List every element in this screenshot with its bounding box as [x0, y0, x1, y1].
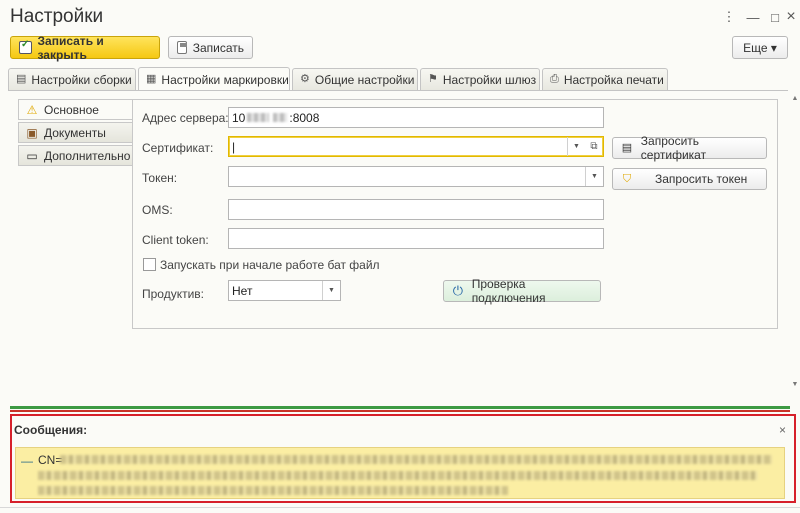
save-and-close-label: Записать и закрыть: [37, 33, 104, 62]
tab-label: Настройки шлюз: [442, 72, 537, 87]
comment-icon: ▭: [26, 148, 38, 163]
productive-value: Нет: [232, 283, 253, 298]
message-bullet: —: [21, 454, 33, 468]
side-item-additional[interactable]: ▭ Дополнительно: [18, 145, 133, 166]
certificate-input[interactable]: | ▼ ⧉: [228, 136, 604, 157]
message-text: CN=: [38, 453, 63, 467]
request-certificate-button[interactable]: ▤ Запросить сертификат: [612, 134, 767, 162]
splitter-red: [10, 410, 790, 412]
token-shield-icon: ⛉: [622, 173, 632, 185]
tab-print-settings[interactable]: ⎙ Настройка печати: [542, 68, 668, 90]
run-bat-label[interactable]: Запускать при начале работе бат файл: [160, 258, 380, 272]
chevron-down-icon[interactable]: ▼: [585, 167, 603, 186]
certificate-label: Сертификат:: [142, 141, 214, 155]
command-bar: Записать и закрыть Записать Еще ▾: [0, 33, 800, 62]
warning-icon: ⚠: [26, 102, 38, 117]
save-button[interactable]: Записать: [168, 36, 253, 59]
certificate-icon: ▤: [621, 142, 633, 154]
close-icon[interactable]: ×: [779, 423, 786, 437]
token-label: Токен:: [142, 171, 178, 185]
check-connection-label: Проверка подключения: [471, 277, 546, 305]
tab-general-settings[interactable]: ⚙ Общие настройки: [292, 68, 418, 90]
server-address-prefix: 10: [232, 110, 246, 125]
productive-label: Продуктив:: [142, 287, 205, 301]
printer-icon: ⎙: [550, 73, 559, 85]
chevron-down-icon[interactable]: ▼: [567, 137, 585, 156]
tab-label: Настройки сборки: [31, 72, 132, 87]
check-connection-button[interactable]: ⏻ Проверка подключения: [443, 277, 601, 305]
client-token-input[interactable]: [228, 228, 604, 249]
redacted-text: [38, 486, 508, 495]
tab-label: Настройка печати: [563, 72, 664, 87]
side-item-main[interactable]: ⚠ Основное: [18, 99, 134, 120]
gear-icon: ⚙: [300, 73, 310, 85]
run-bat-checkbox[interactable]: [143, 258, 156, 271]
messages-panel: Сообщения: × — CN=: [10, 414, 796, 503]
scroll-up-icon[interactable]: ▲: [790, 94, 800, 104]
open-window-icon[interactable]: ⧉: [585, 137, 603, 156]
tab-gateway-settings[interactable]: ⚑ Настройки шлюз: [420, 68, 540, 90]
client-token-label: Client token:: [142, 233, 209, 247]
tab-marking-settings[interactable]: ▦ Настройки маркировки: [138, 67, 290, 91]
tab-build-settings[interactable]: ▤ Настройки сборки: [8, 68, 136, 90]
chevron-down-icon[interactable]: ▼: [322, 281, 340, 300]
server-address-port: :8008: [289, 110, 320, 125]
oms-input[interactable]: [228, 199, 604, 220]
side-item-label: Документы: [44, 125, 106, 140]
close-icon[interactable]: ×: [782, 8, 800, 26]
window-title: Настройки: [10, 6, 104, 27]
splitter-green: [10, 406, 790, 409]
redacted-text: [38, 471, 758, 480]
briefcase-icon: ▣: [26, 125, 38, 140]
title-bar: Настройки ⋮ — □ ×: [0, 0, 800, 34]
kebab-menu-icon[interactable]: ⋮: [720, 8, 738, 26]
request-token-button[interactable]: ⛉ Запросить токен: [612, 168, 767, 190]
document-check-icon: [19, 39, 32, 54]
token-input[interactable]: ▼: [228, 166, 604, 187]
redacted-ip: [247, 113, 270, 122]
qr-code-icon: ▦: [146, 73, 157, 85]
request-certificate-label: Запросить сертификат: [640, 134, 707, 162]
power-icon: ⏻: [452, 283, 463, 298]
build-settings-icon: ▤: [16, 73, 27, 85]
scroll-down-icon[interactable]: ▼: [790, 380, 800, 390]
vertical-scrollbar[interactable]: ▲ ▼: [789, 90, 800, 395]
minimize-icon[interactable]: —: [744, 8, 762, 26]
side-item-documents[interactable]: ▣ Документы: [18, 122, 133, 143]
redacted-text: [60, 455, 772, 464]
server-address-label: Адрес сервера:: [142, 111, 229, 125]
side-item-label: Основное: [44, 102, 99, 117]
request-token-label: Запросить токен: [655, 172, 748, 186]
bottom-border: [0, 507, 800, 508]
messages-title: Сообщения:: [14, 423, 88, 437]
save-and-close-button[interactable]: Записать и закрыть: [10, 33, 160, 62]
tab-label: Общие настройки: [314, 72, 415, 87]
gateway-icon: ⚑: [428, 73, 438, 85]
floppy-disk-icon: [177, 41, 187, 54]
side-item-label: Дополнительно: [44, 148, 131, 163]
tab-label: Настройки маркировки: [161, 72, 289, 87]
more-button[interactable]: Еще ▾: [732, 36, 788, 59]
oms-label: OMS:: [142, 203, 173, 217]
redacted-ip: [273, 113, 288, 122]
certificate-value: |: [232, 139, 236, 154]
save-label: Записать: [192, 40, 244, 55]
server-address-input[interactable]: 10 :8008: [228, 107, 604, 128]
productive-select[interactable]: Нет ▼: [228, 280, 341, 301]
message-item[interactable]: — CN=: [15, 447, 785, 499]
